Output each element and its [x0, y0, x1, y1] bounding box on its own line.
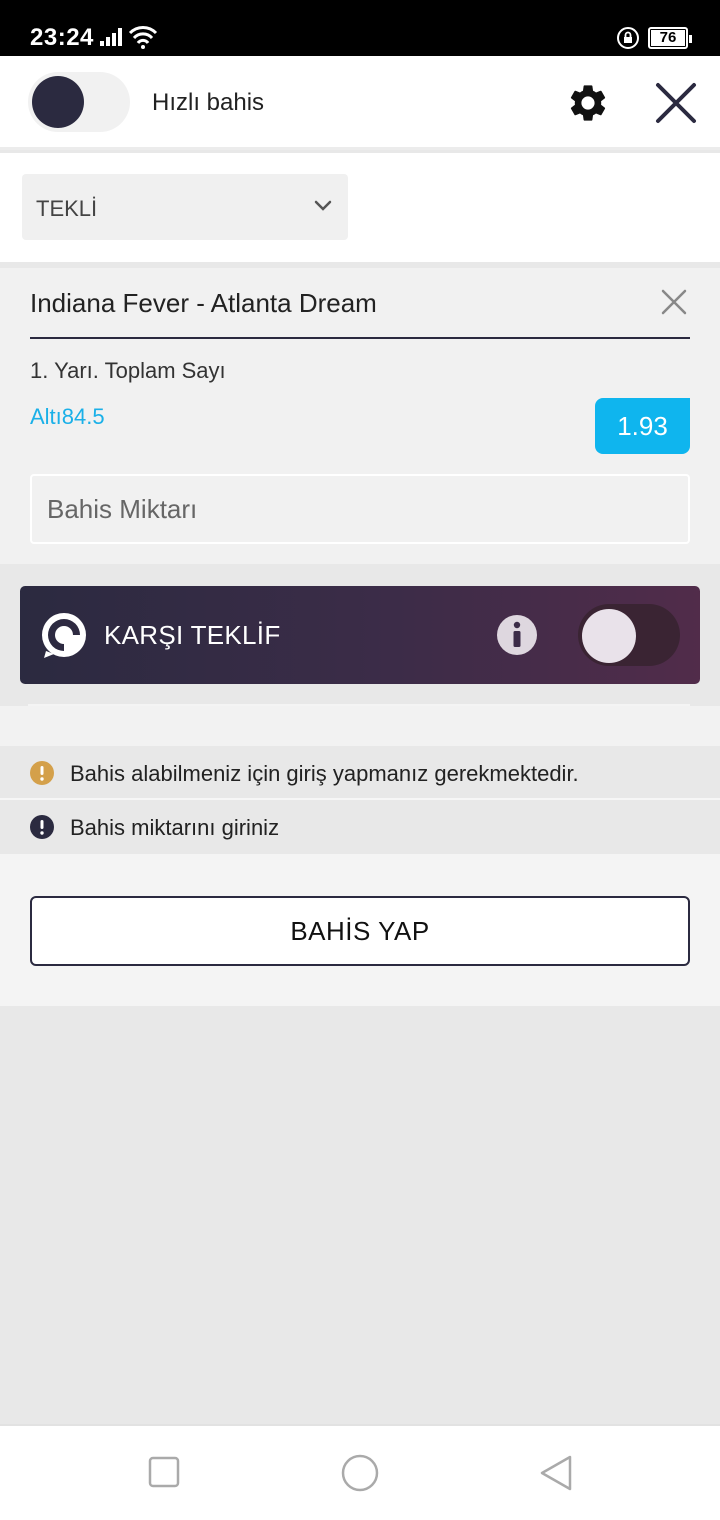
place-bet-button[interactable]: BAHİS YAP [30, 896, 690, 966]
battery-icon: 76 [648, 27, 692, 49]
info-icon[interactable] [496, 614, 538, 656]
signal-icon [100, 28, 122, 46]
home-icon[interactable] [341, 1454, 379, 1492]
counter-offer-logo-icon [42, 613, 86, 658]
close-icon[interactable] [654, 81, 698, 125]
quick-bet-label: Hızlı bahis [152, 89, 265, 116]
login-warning-text: Bahis alabilmeniz için giriş yapmanız ge… [70, 761, 579, 786]
action-section: BAHİS YAP [0, 854, 720, 1006]
bet-type-bar: TEKLİ [0, 153, 720, 262]
counter-offer-section: KARŞI TEKLİF [0, 564, 720, 706]
login-warning: Bahis alabilmeniz için giriş yapmanız ge… [0, 746, 720, 800]
alert-icon [30, 815, 54, 839]
divider [30, 337, 690, 339]
spacer [0, 706, 720, 746]
market-name: 1. Yarı. Toplam Sayı [30, 358, 226, 383]
rotation-lock-icon [617, 27, 639, 49]
system-nav-bar [0, 1424, 720, 1520]
counter-offer-toggle[interactable] [578, 604, 680, 666]
back-icon[interactable] [538, 1454, 574, 1492]
quick-bet-header: Hızlı bahis [0, 56, 720, 150]
status-bar: 23:24 76 [0, 0, 720, 56]
toggle-knob [32, 76, 84, 128]
bet-type-value: TEKLİ [36, 196, 98, 221]
match-title: Indiana Fever - Atlanta Dream [30, 288, 377, 318]
counter-offer-bar: KARŞI TEKLİF [20, 586, 700, 684]
selection-name: Altı84.5 [30, 404, 105, 429]
stake-input[interactable] [30, 474, 690, 544]
bet-slip-card: Indiana Fever - Atlanta Dream 1. Yarı. T… [0, 268, 720, 564]
toggle-knob [582, 609, 636, 663]
amount-warning: Bahis miktarını giriniz [0, 800, 720, 854]
gear-icon[interactable] [566, 81, 610, 125]
quick-bet-toggle[interactable] [28, 72, 130, 132]
recent-apps-icon[interactable] [148, 1456, 180, 1488]
battery-level: 76 [651, 30, 685, 46]
amount-warning-text: Bahis miktarını giriniz [70, 815, 280, 840]
wifi-icon [128, 26, 158, 49]
odds-badge: 1.93 [595, 398, 690, 454]
counter-offer-title: KARŞI TEKLİF [104, 620, 281, 650]
remove-bet-icon[interactable] [660, 288, 688, 316]
bet-type-select[interactable]: TEKLİ [22, 174, 348, 240]
warning-icon [30, 761, 54, 785]
status-time: 23:24 [30, 24, 94, 51]
chevron-down-icon [314, 200, 332, 211]
